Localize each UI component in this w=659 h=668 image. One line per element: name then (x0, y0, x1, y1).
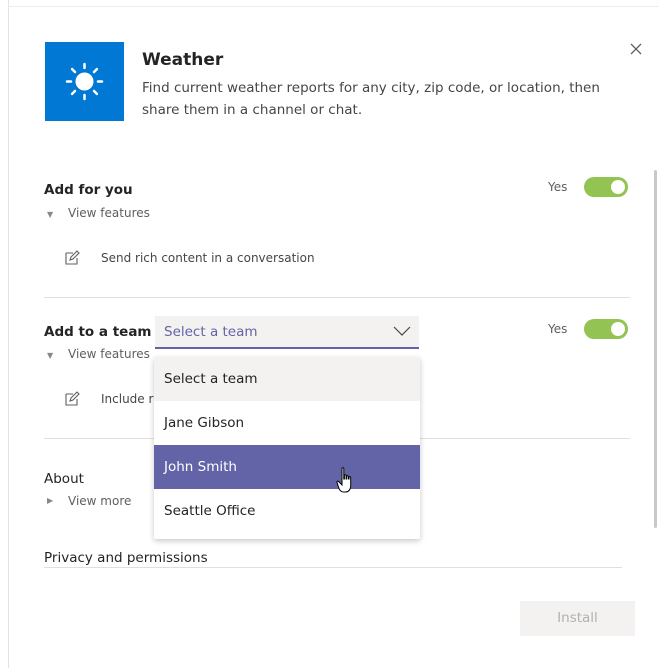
team-dropdown-menu: Select a team Jane Gibson John Smith Sea… (154, 357, 420, 539)
team-select[interactable]: Select a team (155, 316, 419, 349)
close-button[interactable] (626, 39, 646, 59)
dialog-border-top (8, 6, 659, 7)
feature-rich-content: Send rich content in a conversation (101, 251, 315, 265)
app-install-dialog: Weather Find current weather reports for… (0, 0, 659, 668)
view-features-link[interactable]: View features (68, 206, 150, 220)
team-option[interactable]: Jane Gibson (154, 401, 420, 445)
view-more-link[interactable]: View more (68, 494, 131, 508)
team-option-highlighted[interactable]: John Smith (154, 445, 420, 489)
close-icon (630, 43, 642, 55)
caret-right-icon: ▶ (47, 496, 54, 505)
edit-icon (65, 391, 80, 406)
dialog-border-left (8, 0, 9, 668)
edit-icon (65, 250, 80, 265)
toggle-label-yes: Yes (548, 322, 568, 336)
app-description: Find current weather reports for any cit… (142, 80, 600, 118)
toggle-label-yes: Yes (548, 180, 568, 194)
hand-cursor-icon (336, 467, 352, 493)
add-to-team-title: Add to a team (44, 324, 152, 340)
caret-down-icon: ▼ (47, 210, 54, 219)
add-to-team-toggle[interactable] (584, 319, 628, 339)
app-title: Weather (142, 50, 224, 70)
divider (44, 567, 622, 568)
scrollbar[interactable] (654, 170, 657, 528)
team-option[interactable]: Select a team (154, 357, 420, 401)
caret-down-icon: ▼ (47, 351, 54, 360)
team-select-value: Select a team (164, 324, 258, 340)
feature-include: Include ri (101, 392, 157, 406)
team-option[interactable]: Seattle Office (154, 489, 420, 533)
add-for-you-title: Add for you (44, 182, 133, 198)
add-for-you-toggle[interactable] (584, 177, 628, 197)
view-features-link[interactable]: View features (68, 347, 150, 361)
install-button[interactable]: Install (520, 601, 635, 636)
app-logo (45, 42, 124, 121)
divider (44, 297, 630, 298)
privacy-title: Privacy and permissions (44, 550, 208, 566)
sun-icon (65, 62, 104, 101)
about-title: About (44, 471, 84, 487)
chevron-down-icon (393, 326, 411, 336)
